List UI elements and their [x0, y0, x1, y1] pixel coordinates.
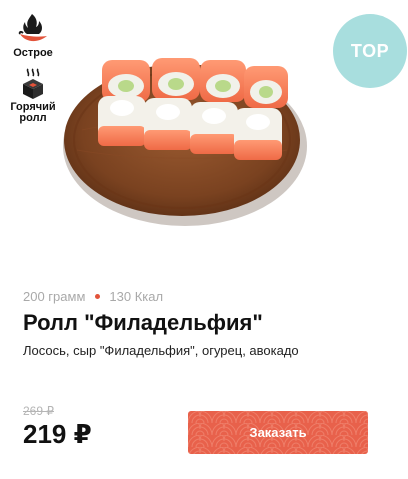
- spicy-badge: Острое: [8, 12, 58, 59]
- product-title: Ролл "Филадельфия": [23, 310, 263, 335]
- hot-roll-label: Горячий ролл: [10, 101, 56, 124]
- order-button-label: Заказать: [249, 425, 307, 440]
- top-badge-label: TOP: [350, 40, 390, 61]
- chili-flame-icon: [18, 14, 47, 42]
- current-price: 219 ₽: [23, 419, 92, 449]
- product-image[interactable]: [62, 50, 308, 250]
- product-card: Острое Горячий ролл TOP 200 грамм 130 Кк…: [0, 0, 408, 479]
- top-badge: TOP: [333, 14, 407, 88]
- hot-roll-icon: [23, 68, 43, 99]
- spicy-label: Острое: [13, 47, 53, 59]
- weight-text: 200 грамм: [23, 289, 86, 304]
- old-price: 269 ₽: [23, 404, 54, 418]
- order-button[interactable]: Заказать: [188, 411, 368, 454]
- hot-roll-badge: Горячий ролл: [8, 68, 58, 124]
- separator-dot: [95, 294, 101, 299]
- product-meta: 200 грамм 130 Ккал: [23, 289, 163, 304]
- product-description: Лосось, сыр "Филадельфия", огурец, авока…: [23, 343, 299, 358]
- calories-text: 130 Ккал: [109, 289, 164, 304]
